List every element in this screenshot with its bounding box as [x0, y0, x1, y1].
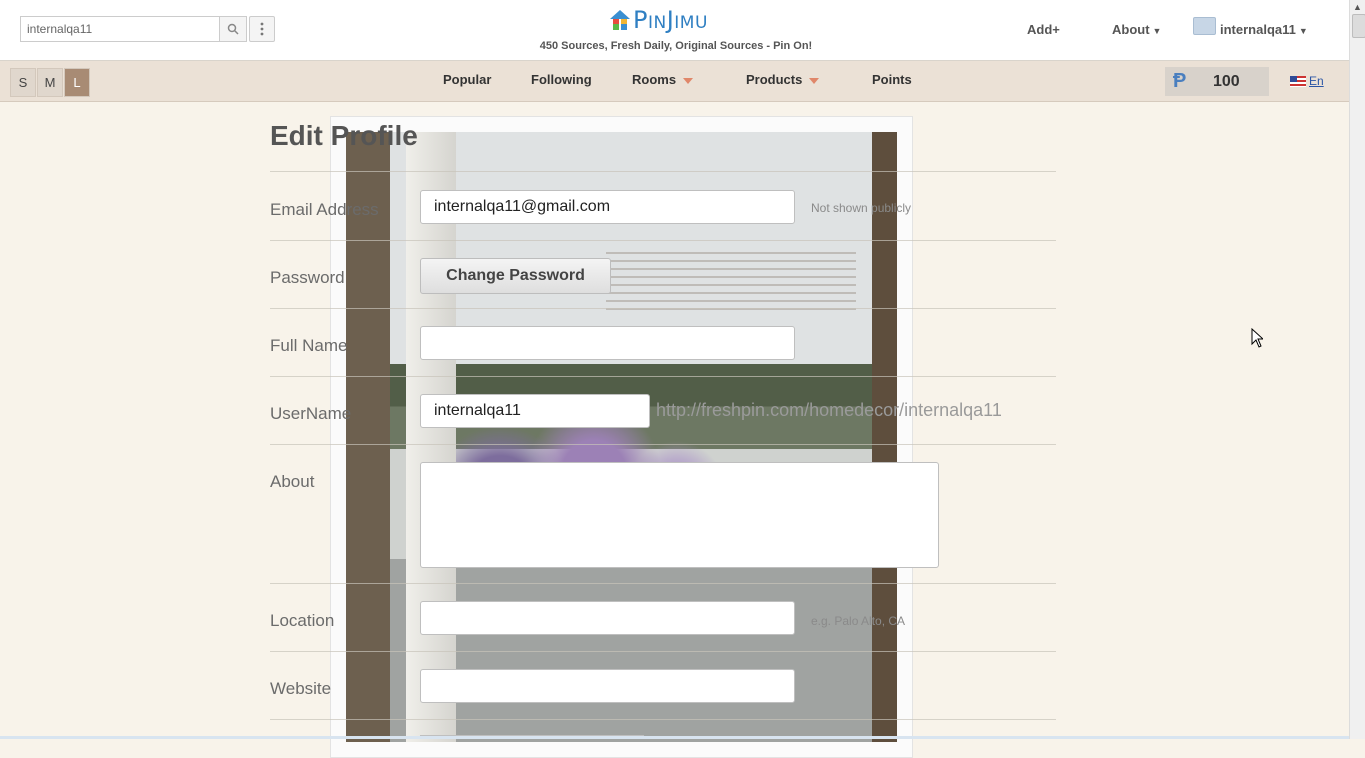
divider [270, 308, 1056, 309]
language-label: En [1309, 74, 1324, 88]
house-logo-icon [610, 10, 630, 30]
nav-following-label: Following [531, 72, 592, 87]
size-small-label: S [18, 75, 28, 90]
user-menu[interactable]: internalqa11 ▼ [1220, 22, 1308, 37]
search-button[interactable] [219, 16, 247, 42]
email-label: Email Address [270, 200, 379, 219]
about-menu[interactable]: About ▼ [1112, 22, 1161, 37]
email-hint: Not shown publicly [811, 201, 912, 215]
points-counter[interactable]: Ᵽ 100 [1165, 67, 1269, 96]
search-icon [227, 23, 239, 35]
fullname-field[interactable] [420, 326, 795, 360]
nav-products-label: Products [746, 72, 803, 87]
user-avatar-icon[interactable] [1193, 17, 1216, 35]
location-label: Location [270, 611, 335, 630]
size-large-label: L [73, 75, 81, 90]
scrollbar-thumb[interactable] [1352, 14, 1365, 38]
scroll-up-arrow-icon[interactable]: ▲ [1353, 2, 1362, 12]
username-label: internalqa11 [1220, 22, 1296, 37]
location-hint: e.g. Palo Alto, CA [811, 614, 906, 628]
more-options-button[interactable] [249, 16, 275, 42]
caret-down-icon: ▼ [1298, 26, 1308, 36]
email-field[interactable]: internalqa11@gmail.com [420, 190, 795, 224]
size-medium-button[interactable]: M [37, 68, 63, 97]
size-small-button[interactable]: S [10, 68, 36, 97]
divider [270, 444, 1056, 445]
language-selector[interactable]: En [1290, 74, 1324, 88]
caret-down-icon: ▼ [1152, 26, 1162, 36]
site-logo[interactable]: PinJimu [609, 6, 708, 34]
top-header: internalqa11 PinJimu 450 Sources, Fresh … [0, 0, 1349, 61]
vertical-scrollbar[interactable]: ▲ [1349, 0, 1365, 739]
password-label: Password [270, 268, 345, 287]
sub-navigation: S M L Popular Following Rooms Products P… [0, 61, 1349, 102]
divider [270, 651, 1056, 652]
about-label: About [1112, 22, 1150, 37]
add-label: Add+ [1027, 22, 1060, 37]
page-title: Edit Profile [270, 120, 418, 151]
search-input[interactable]: internalqa11 [20, 16, 219, 42]
divider [270, 171, 1056, 172]
fullname-label: Full Name [270, 336, 348, 355]
search-bar: internalqa11 [20, 16, 275, 42]
nav-popular[interactable]: Popular [443, 72, 491, 87]
about-textarea[interactable] [420, 462, 939, 568]
dropdown-triangle-icon [809, 77, 820, 84]
nav-points[interactable]: Points [872, 72, 912, 87]
nav-popular-label: Popular [443, 72, 492, 87]
points-icon: Ᵽ [1173, 70, 1187, 92]
add-menu[interactable]: Add+ [1027, 22, 1060, 37]
divider [270, 240, 1056, 241]
vertical-dots-icon [260, 22, 264, 36]
about-field-label: About [270, 472, 315, 491]
nav-products[interactable]: Products [746, 72, 820, 87]
nav-rooms-label: Rooms [632, 72, 677, 87]
divider [270, 376, 1056, 377]
tagline: 450 Sources, Fresh Daily, Original Sourc… [539, 40, 813, 52]
size-medium-label: M [44, 75, 56, 90]
mouse-cursor-icon [1251, 328, 1263, 348]
divider [270, 583, 1056, 584]
points-value: 100 [1213, 72, 1240, 90]
location-field[interactable] [420, 601, 795, 635]
divider [270, 719, 1056, 720]
nav-rooms[interactable]: Rooms [632, 72, 694, 87]
username-field[interactable]: internalqa11 [420, 394, 650, 428]
logo-text: PinJimu [633, 6, 708, 34]
nav-points-label: Points [872, 72, 912, 87]
us-flag-icon [1290, 75, 1306, 87]
size-large-button[interactable]: L [64, 68, 90, 97]
change-password-button[interactable]: Change Password [420, 258, 611, 294]
dropdown-triangle-icon [683, 77, 694, 84]
website-label: Website [270, 679, 332, 698]
profile-url-text: http://freshpin.com/homedecor/internalqa… [656, 400, 1002, 420]
username-field-label: UserName [270, 404, 352, 423]
nav-following[interactable]: Following [531, 72, 592, 87]
website-field[interactable] [420, 669, 795, 703]
